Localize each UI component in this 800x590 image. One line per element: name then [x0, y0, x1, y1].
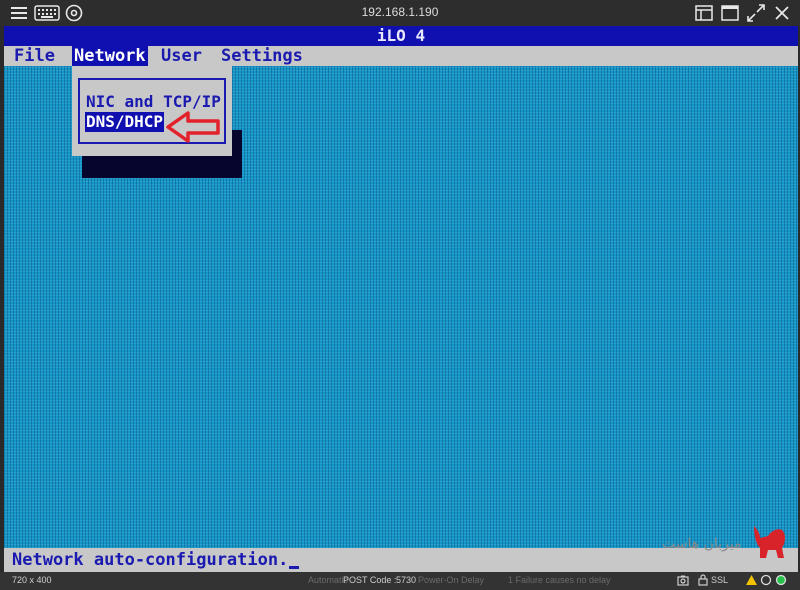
close-icon[interactable]	[772, 3, 792, 23]
menu-file[interactable]: File	[12, 46, 57, 66]
power-on-indicator-icon	[775, 574, 787, 586]
menu-network[interactable]: Network	[72, 46, 148, 66]
watermark-logo-icon	[754, 526, 785, 558]
warning-icon	[746, 575, 757, 585]
remote-console-toolbar: 192.168.1.190	[0, 0, 800, 26]
text-cursor	[289, 566, 300, 569]
fullscreen-icon[interactable]	[745, 3, 767, 23]
menu-settings[interactable]: Settings	[219, 46, 305, 66]
console-screen[interactable]: iLO 4 File Network User Settings NIC and…	[4, 26, 798, 572]
faint-text-right: 1 Failure causes no delay	[508, 575, 611, 585]
menu-user[interactable]: User	[159, 46, 204, 66]
address-label: 192.168.1.190	[361, 5, 439, 19]
watermark-text: میزبان هاست	[662, 536, 742, 552]
status-text: Network auto-configuration.	[12, 550, 289, 570]
red-arrow-annotation-icon	[166, 111, 220, 143]
remote-console-statusbar: 720 x 400 Automatic POST Code : 5730 Pow…	[0, 572, 800, 590]
camera-icon[interactable]	[677, 574, 689, 586]
lock-icon	[698, 574, 708, 586]
ssl-label: SSL	[711, 575, 729, 585]
post-code-value: 5730	[396, 575, 417, 585]
menu-item-dns-dhcp[interactable]: DNS/DHCP	[85, 112, 165, 132]
watermark: میزبان هاست	[662, 520, 792, 564]
resolution-label: 720 x 400	[12, 575, 52, 585]
post-code-label: POST Code :	[343, 575, 397, 585]
faint-text-mid: Power-On Delay	[418, 575, 485, 585]
console-title: iLO 4	[4, 26, 798, 46]
menu-item-nic-tcpip[interactable]: NIC and TCP/IP	[86, 92, 221, 112]
menu-bar: File Network User Settings	[4, 46, 798, 66]
window-icon[interactable]	[694, 3, 714, 23]
maximize-icon[interactable]	[720, 3, 740, 23]
power-off-indicator-icon	[760, 574, 772, 586]
